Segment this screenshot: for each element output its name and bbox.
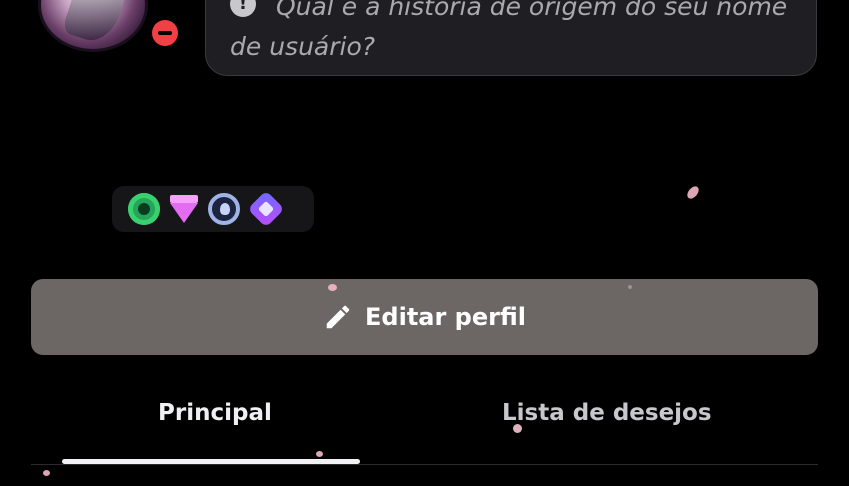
avatar[interactable]	[30, 0, 182, 52]
gem-boost-badge-icon[interactable]	[170, 195, 198, 223]
profile-badges	[112, 186, 314, 232]
petal-decoration	[513, 424, 522, 433]
edit-profile-button[interactable]: Editar perfil	[31, 279, 818, 355]
tab-wishlist[interactable]: Lista de desejos	[502, 400, 712, 426]
petal-decoration	[685, 184, 701, 201]
petal-decoration	[628, 285, 632, 289]
tab-principal[interactable]: Principal	[158, 400, 272, 426]
laurel-badge-icon[interactable]	[208, 193, 240, 225]
custom-status-text: Qual é a história de origem do seu nome …	[230, 0, 788, 61]
quest-badge-icon[interactable]	[247, 190, 285, 228]
profile-tabs: Principal Lista de desejos	[31, 388, 818, 466]
tab-divider	[31, 464, 818, 465]
pencil-icon	[326, 305, 350, 329]
petal-decoration	[43, 470, 50, 476]
edit-profile-label: Editar perfil	[365, 303, 526, 331]
custom-status-bubble[interactable]: ! Qual é a história de origem do seu nom…	[205, 0, 817, 76]
do-not-disturb-status-icon	[148, 16, 182, 50]
petal-decoration	[328, 284, 337, 291]
nitro-badge-icon[interactable]	[128, 193, 160, 225]
petal-decoration	[316, 451, 323, 457]
avatar-image	[38, 0, 148, 52]
